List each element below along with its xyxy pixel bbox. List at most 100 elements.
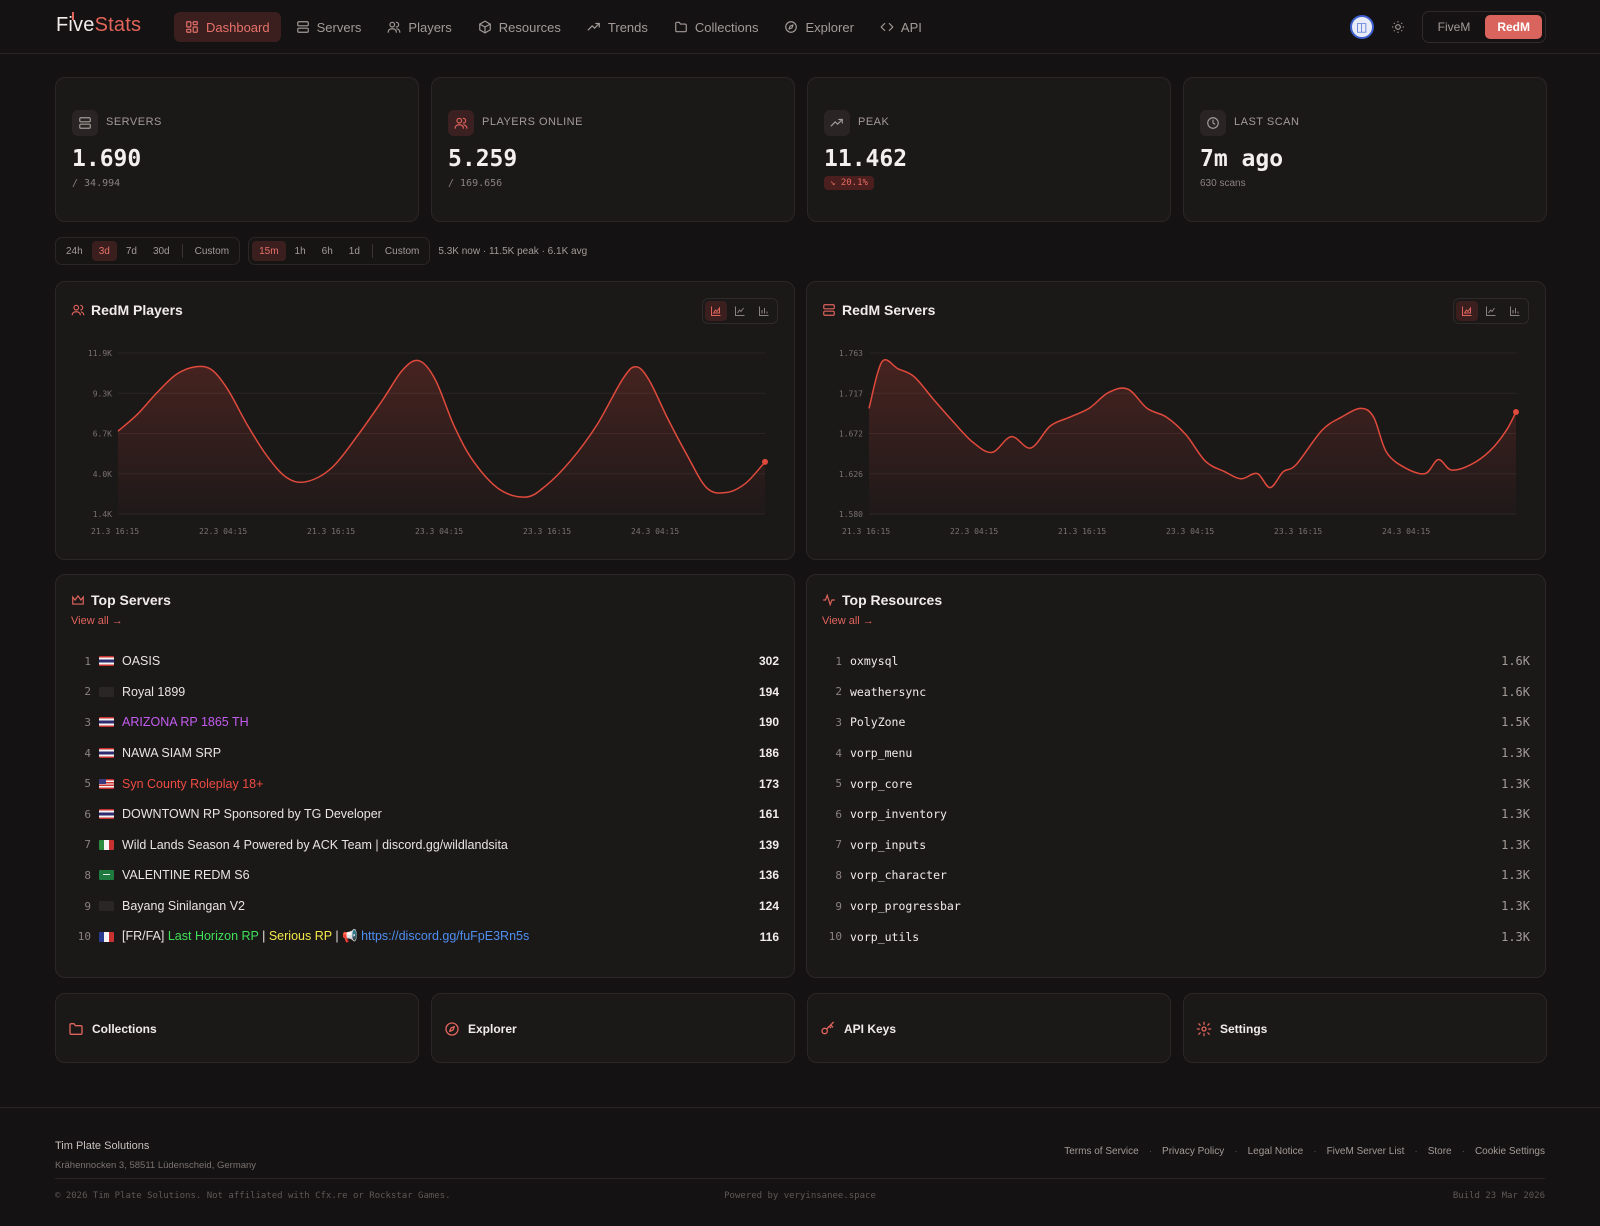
interval-1h[interactable]: 1h [288,241,313,261]
server-row[interactable]: 6 DOWNTOWN RP Sponsored by TG Developer 16… [71,799,779,830]
logo[interactable]: FiveStats [56,12,141,37]
nav-item-explorer[interactable]: Explorer [773,12,864,42]
server-row[interactable]: 1 OASIS 302 [71,646,779,677]
stat-value: 1.690 [72,146,142,172]
x-tick-label: 23.3 16:15 [523,527,571,536]
server-row[interactable]: 10 [FR/FA] Last Horizon RP | Serious RP |… [71,921,779,952]
top-resources-card: Top Resources View all → 1 oxmysql 1.6K 2 we… [806,574,1546,978]
top-resources-view-all-link[interactable]: View all → [822,615,874,627]
footer-link-store[interactable]: Store [1428,1146,1452,1157]
nav-item-resources[interactable]: Resources [467,12,572,42]
avatar[interactable]: ◫ [1349,15,1374,39]
server-row[interactable]: 4 NAWA SIAM SRP 186 [71,738,779,769]
activity-icon [823,593,835,607]
nav-item-trends[interactable]: Trends [576,12,659,42]
server-name-segment: https://discord.gg/fuFpE3Rn5s [361,929,530,944]
top-servers-list: 1 OASIS 302 2 Royal 1899 194 3 ARIZONA RP 1865 … [71,646,779,952]
quick-link-settings[interactable]: Settings [1183,993,1547,1063]
player-count: 186 [758,746,779,761]
quick-link-collections[interactable]: Collections [55,993,419,1063]
interval-custom[interactable]: Custom [378,241,426,261]
main-nav: Dashboard Servers Players Resources Trends Co… [174,12,933,42]
range-7d[interactable]: 7d [119,241,144,261]
quick-link-label: Explorer [468,1022,517,1036]
range-custom[interactable]: Custom [188,241,236,261]
resource-name: weathersync [850,684,927,699]
logo-mark [72,12,74,20]
divider [181,244,183,258]
stat-value: 7m ago [1200,146,1284,172]
footer-link-terms-of-service[interactable]: Terms of Service [1064,1146,1138,1157]
players-chart-card: RedM Players 11.9K 9.3K 6.7K 4.0K 1.4K 21.3 1… [55,281,795,560]
y-tick-label: 1.626 [839,470,863,479]
resource-name: vorp_character [850,868,947,883]
quick-link-api-keys[interactable]: API Keys [807,993,1171,1063]
servers-icon [72,110,98,136]
game-option-redm[interactable]: RedM [1485,15,1542,39]
x-tick-label: 23.3 04:15 [415,527,463,536]
server-row[interactable]: 8 VALENTINE REDM S6 136 [71,860,779,891]
footer-link-legal-notice[interactable]: Legal Notice [1248,1146,1304,1157]
resource-row[interactable]: 2 weathersync 1.6K [822,677,1530,708]
resource-row[interactable]: 10 vorp_utils 1.3K [822,921,1530,952]
latest-point[interactable] [762,458,768,465]
nav-item-servers[interactable]: Servers [285,12,373,42]
resource-row[interactable]: 3 PolyZone 1.5K [822,707,1530,738]
quick-link-explorer[interactable]: Explorer [431,993,795,1063]
resource-count: 1.3K [1501,837,1530,852]
resource-row[interactable]: 5 vorp_core 1.3K [822,768,1530,799]
footer-company: Tim Plate Solutions [55,1140,150,1152]
footer-link-fivem-server-list[interactable]: FiveM Server List [1327,1146,1405,1157]
x-tick-label: 24.3 04:15 [631,527,679,536]
latest-point[interactable] [1513,408,1519,415]
server-name: Wild Lands Season 4 Powered by ACK Team … [122,837,508,852]
trend-up-icon [824,110,850,136]
server-row[interactable]: 3 ARIZONA RP 1865 TH 190 [71,707,779,738]
nav-item-players[interactable]: Players [376,12,462,42]
stat-change-badge: ↘ 20.1% [824,176,874,190]
footer-link-cookie-settings[interactable]: Cookie Settings [1475,1146,1545,1157]
y-tick-label: 1.717 [839,389,863,398]
top-servers-title-text: Top Servers [91,592,171,608]
x-tick-label: 23.3 04:15 [1166,527,1214,536]
nav-item-label: Trends [607,19,648,35]
resource-count: 1.3K [1501,807,1530,822]
nav-item-collections[interactable]: Collections [663,12,770,42]
stat-label: PLAYERS ONLINE [482,116,583,128]
server-row[interactable]: 9 Bayang Sinilangan V2 124 [71,891,779,922]
interval-15m[interactable]: 15m [252,241,286,261]
range-24h[interactable]: 24h [59,241,90,261]
rank: 8 [835,868,842,882]
interval-6h[interactable]: 6h [315,241,340,261]
resource-row[interactable]: 9 vorp_progressbar 1.3K [822,891,1530,922]
footer-powered-by: Powered by veryinsanee.space [724,1191,876,1201]
nav-item-dashboard[interactable]: Dashboard [174,12,281,42]
server-row[interactable]: 5 Syn County Roleplay 18+ 173 [71,768,779,799]
nav-item-label: Players [408,19,452,35]
gear-icon [1196,1021,1212,1037]
range-30d[interactable]: 30d [146,241,177,261]
resource-row[interactable]: 6 vorp_inventory 1.3K [822,799,1530,830]
server-name: DOWNTOWN RP Sponsored by TG Developer [122,807,382,822]
theme-toggle-sun-icon[interactable] [1386,15,1410,39]
player-count: 116 [759,929,779,944]
resource-row[interactable]: 7 vorp_inputs 1.3K [822,830,1530,861]
flag-us-icon [99,778,114,789]
resource-row[interactable]: 8 vorp_character 1.3K [822,860,1530,891]
range-3d[interactable]: 3d [91,241,117,261]
quick-link-label: Settings [1220,1022,1268,1036]
nav-item-api[interactable]: API [869,12,933,42]
server-row[interactable]: 2 Royal 1899 194 [71,677,779,708]
nav-item-label: Collections [694,19,759,35]
top-servers-view-all-link[interactable]: View all → [71,615,123,627]
server-row[interactable]: 7 Wild Lands Season 4 Powered by ACK Team… [71,830,779,861]
y-tick-label: 1.4K [93,510,112,519]
interval-1d[interactable]: 1d [342,241,367,261]
compass-icon [784,20,798,34]
footer-link-privacy-policy[interactable]: Privacy Policy [1162,1146,1224,1157]
player-count: 173 [758,776,779,791]
resource-row[interactable]: 1 oxmysql 1.6K [822,646,1530,677]
game-option-fivem[interactable]: FiveM [1426,15,1483,39]
resource-row[interactable]: 4 vorp_menu 1.3K [822,738,1530,769]
separator-dot: · [1313,1146,1317,1157]
